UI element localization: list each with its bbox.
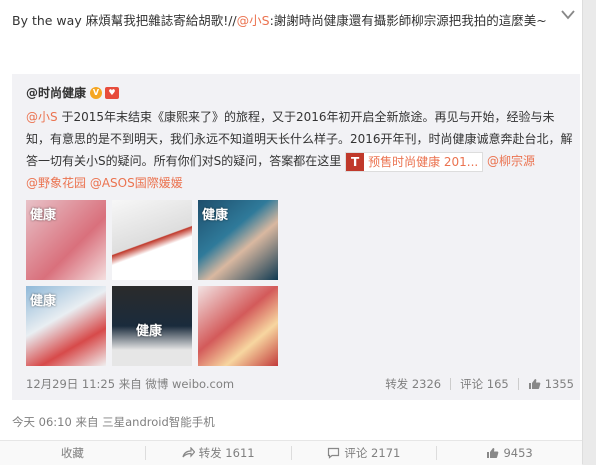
forward-button[interactable]: 转发 1611 [146,441,291,465]
topic-label[interactable]: 预售时尚健康 201... [368,155,478,169]
like-label: 9453 [503,446,533,460]
mention-link[interactable]: @小S [237,13,270,28]
magazine-logo: 健康 [30,208,57,223]
magazine-logo: 健康 [136,324,163,339]
favorite-label: 收藏 [60,446,84,460]
mention-link[interactable]: @野象花园 [26,176,86,190]
chevron-down-icon[interactable] [560,8,576,22]
author-name[interactable]: @时尚健康 [26,84,86,101]
post-meta[interactable]: 今天 06:10 来自 三星android智能手机 [12,414,215,430]
repost-stats: 转发 2326 评论 165 1355 [385,376,574,392]
verified-icon: V [90,86,103,99]
weibo-post-card: By the way 麻煩幫我把雜誌寄給胡歌!//@小S:謝謝時尚健康還有攝影師… [0,0,583,465]
like-button[interactable]: 9453 [437,441,582,465]
post-text: By the way 麻煩幫我把雜誌寄給胡歌!//@小S:謝謝時尚健康還有攝影師… [12,10,552,32]
repost-text: @小S 于2015年末结束《康熙来了》的旅程，又于2016年初开启全新旅途。再见… [26,106,574,194]
magazine-logo: 健康 [30,294,57,309]
photo-thumb[interactable]: 健康 [26,200,106,280]
action-bar: 收藏 转发 1611 评论 2171 9453 [0,440,582,465]
photo-thumb[interactable] [112,200,192,280]
topic-icon: T [346,152,365,171]
mention-link[interactable]: @小S [26,110,58,124]
photo-thumb[interactable] [198,286,278,366]
mention-link[interactable]: @ASOS国際媛媛 [86,176,183,190]
thumbs-up-icon[interactable] [528,378,541,390]
repost-timestamp[interactable]: 12月29日 11:25 来自 微博 weibo.com [26,376,234,392]
repost-footer: 12月29日 11:25 来自 微博 weibo.com 转发 2326 评论 … [26,372,574,392]
forward-label: 转发 1611 [198,446,255,460]
comment-label: 评论 2171 [344,446,401,460]
repost-comment-count[interactable]: 评论 165 [460,376,509,392]
thumbs-up-icon [487,448,499,458]
comment-icon [328,447,340,459]
repost-like-count[interactable]: 1355 [545,377,574,391]
post-text-prefix: By the way 麻煩幫我把雜誌寄給胡歌!// [12,13,237,28]
magazine-logo: 健康 [202,208,229,223]
photo-thumb[interactable]: 健康 [26,286,106,366]
repost-forward-count[interactable]: 转发 2326 [385,376,441,392]
reposted-content: @时尚健康 V ♥ @小S 于2015年末结束《康熙来了》的旅程，又于2016年… [12,74,580,400]
photo-thumb[interactable]: 健康 [112,286,192,366]
comment-button[interactable]: 评论 2171 [292,441,437,465]
favorite-button[interactable]: 收藏 [0,441,145,465]
mention-link[interactable]: @柳宗源 [483,154,535,168]
photo-thumb[interactable]: 健康 [198,200,278,280]
post-text-suffix: :謝謝時尚健康還有攝影師柳宗源把我拍的這麼美~ [269,13,547,28]
forward-icon [182,447,195,458]
member-icon: ♥ [105,86,120,99]
repost-author[interactable]: @时尚健康 V ♥ [26,84,120,101]
topic-chip[interactable]: T 预售时尚健康 201... [345,151,484,172]
